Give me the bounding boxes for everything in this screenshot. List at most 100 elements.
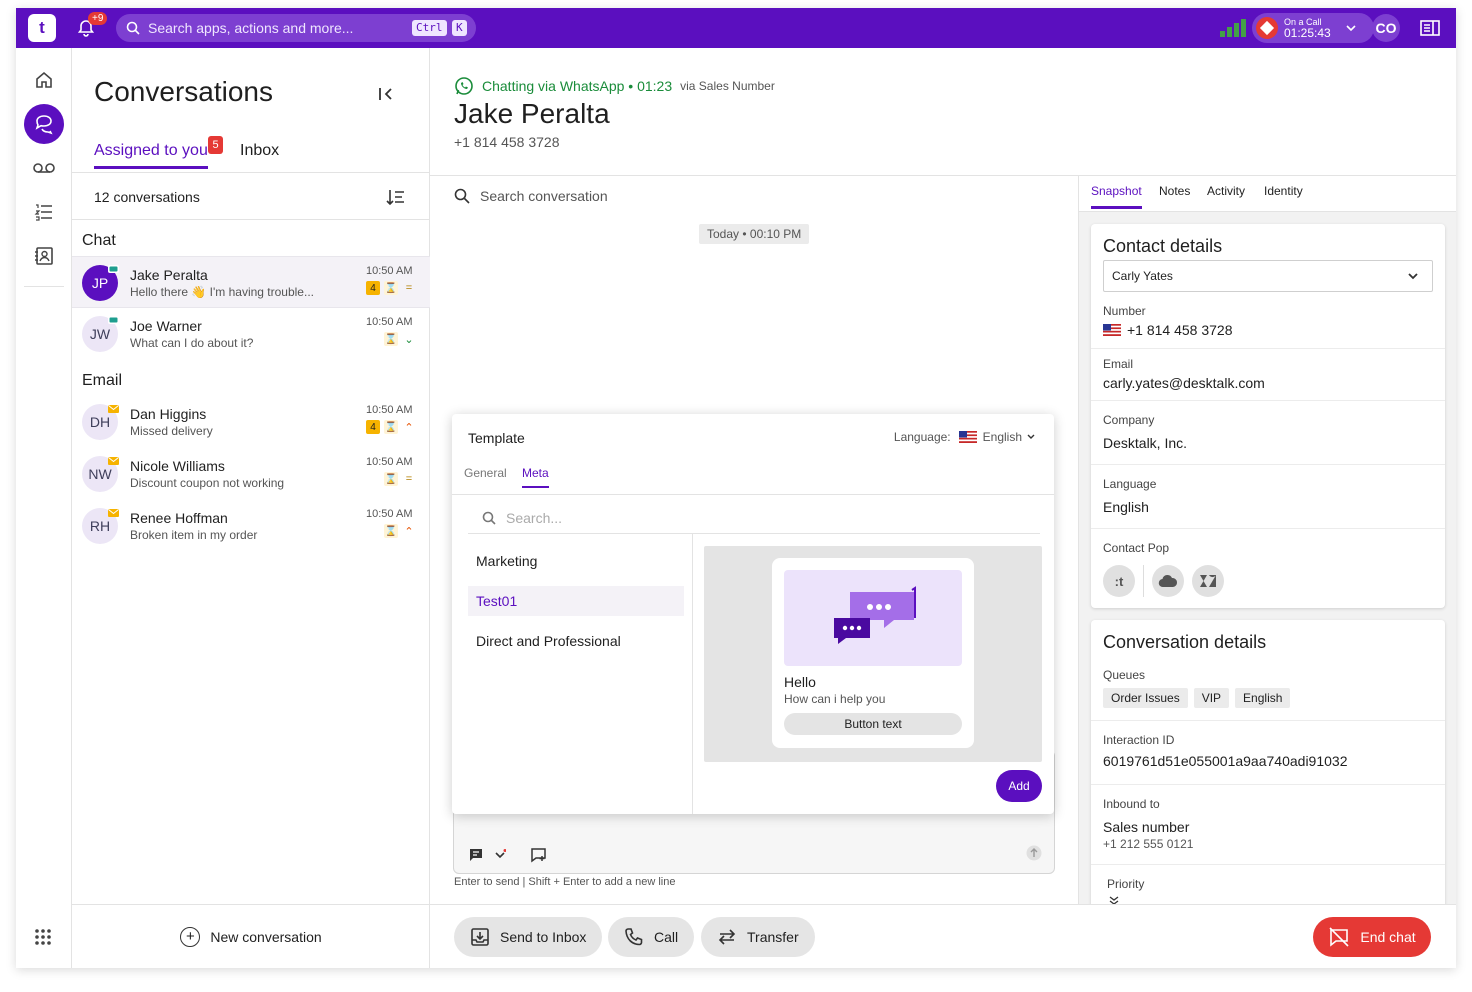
field-label: Contact Pop: [1103, 541, 1170, 555]
zendesk-pop-icon[interactable]: [1192, 565, 1224, 597]
divider: [452, 494, 1054, 495]
tab-notes[interactable]: Notes: [1159, 184, 1190, 198]
language-label: Language:: [893, 430, 951, 444]
contact-name: Renee Hoffman: [130, 510, 228, 526]
contact-name: Nicole Williams: [130, 458, 225, 474]
transfer-button[interactable]: Transfer: [701, 917, 815, 957]
rail-contacts[interactable]: [24, 236, 64, 276]
rail-tasks[interactable]: [24, 192, 64, 232]
contact-select[interactable]: Carly Yates: [1103, 260, 1433, 292]
contact-email[interactable]: carly.yates@desktalk.com: [1103, 375, 1265, 391]
field-label: Queues: [1103, 668, 1146, 682]
salesforce-pop-icon[interactable]: [1152, 565, 1184, 597]
template-language-select[interactable]: Language: English: [894, 430, 1036, 444]
unread-count-badge: 4: [366, 420, 380, 434]
us-flag-icon: [1103, 324, 1121, 336]
message-preview: Hello there 👋 I'm having trouble...: [130, 285, 314, 299]
queue-chip: Order Issues: [1103, 688, 1188, 708]
template-icon[interactable]: [530, 847, 548, 863]
conversations-panel: Conversations Assigned to you 5 Inbox 12…: [72, 48, 430, 968]
template-item-test01[interactable]: Test01: [468, 586, 684, 616]
message-preview: What can I do about it?: [130, 336, 254, 350]
tab-identity[interactable]: Identity: [1264, 184, 1303, 198]
message-time: 10:50 AM: [366, 265, 413, 277]
top-bar: t +9 Search apps, actions and more... Ct…: [16, 8, 1456, 48]
rail-voicemail[interactable]: [24, 148, 64, 188]
details-tabs: Snapshot Notes Activity Identity: [1079, 176, 1456, 212]
inbound-number-name: Sales number: [1103, 819, 1190, 835]
tab-inbox[interactable]: Inbox: [240, 142, 279, 160]
conversation-row[interactable]: JP Jake Peralta Hello there 👋 I'm having…: [72, 256, 430, 308]
tasks-icon: [34, 204, 52, 221]
global-search-placeholder: Search apps, actions and more...: [148, 20, 354, 36]
end-chat-label: End chat: [1360, 929, 1416, 945]
chevron-down-icon: [1346, 25, 1356, 32]
end-chat-button[interactable]: End chat: [1313, 917, 1431, 957]
priority-field: Priority: [1091, 864, 1445, 904]
user-avatar[interactable]: CO: [1372, 14, 1400, 42]
message-type-icon[interactable]: [468, 847, 484, 863]
on-call-status[interactable]: On a Call 01:25:43: [1252, 13, 1374, 43]
search-icon: [126, 21, 140, 35]
conversation-row[interactable]: NW Nicole Williams Discount coupon not w…: [72, 448, 430, 500]
preview-card: Hello How can i help you Button text: [772, 558, 974, 748]
send-arrow-icon[interactable]: [1026, 845, 1042, 861]
sort-icon[interactable]: [386, 187, 406, 207]
rail-home[interactable]: [24, 60, 64, 100]
tab-activity[interactable]: Activity: [1207, 184, 1245, 198]
whatsapp-icon: [455, 77, 473, 95]
logo-text: t: [39, 18, 45, 37]
conversation-search[interactable]: Search conversation: [454, 188, 608, 204]
hourglass-icon: ⌛: [384, 281, 398, 295]
customer-phone: +1 814 458 3728: [454, 134, 560, 150]
contact-number[interactable]: +1 814 458 3728: [1127, 322, 1233, 338]
app-logo[interactable]: t: [28, 14, 56, 42]
new-conversation-button[interactable]: + New conversation: [72, 904, 430, 968]
plus-circle-icon: +: [180, 926, 201, 947]
conversation-row[interactable]: JW Joe Warner What can I do about it? 10…: [72, 308, 430, 360]
inbound-number: +1 212 555 0121: [1103, 837, 1194, 851]
search-icon: [454, 188, 470, 204]
tab-snapshot[interactable]: Snapshot: [1091, 184, 1142, 209]
priority-medium-icon: =: [405, 282, 413, 294]
conversation-row[interactable]: RH Renee Hoffman Broken item in my order…: [72, 500, 430, 552]
template-item-direct[interactable]: Direct and Professional: [468, 626, 684, 656]
contact-details-card: Contact details Carly Yates Number +1 81…: [1091, 224, 1445, 608]
call-button[interactable]: Call: [608, 917, 695, 957]
contacts-icon: [35, 247, 53, 265]
details-panel: Snapshot Notes Activity Identity Contact…: [1078, 176, 1456, 904]
send-to-inbox-button[interactable]: Send to Inbox: [454, 917, 603, 957]
field-label: Inbound to: [1103, 797, 1160, 811]
app-window: t +9 Search apps, actions and more... Ct…: [16, 8, 1456, 968]
field-label: Number: [1103, 304, 1146, 318]
template-search-input[interactable]: Search...: [468, 502, 1040, 534]
collapse-panel-icon[interactable]: [376, 84, 396, 104]
template-item-marketing[interactable]: Marketing: [468, 546, 684, 576]
call-timer: 01:25:43: [1284, 25, 1331, 40]
conversations-icon: [35, 115, 53, 135]
priority-medium-icon: =: [405, 473, 413, 485]
contact-company: Desktalk, Inc.: [1103, 435, 1188, 451]
new-conversation-label: New conversation: [210, 928, 322, 945]
side-panel-toggle-icon[interactable]: [1420, 20, 1440, 36]
channel-via: via Sales Number: [680, 79, 775, 93]
template-search-placeholder: Search...: [506, 509, 563, 526]
contact-language-field: Language English: [1091, 464, 1445, 528]
rail-conversations[interactable]: [24, 104, 64, 144]
transfer-label: Transfer: [747, 929, 799, 945]
conversation-row[interactable]: DH Dan Higgins Missed delivery 10:50 AM …: [72, 396, 430, 448]
apps-grid-icon[interactable]: [34, 928, 52, 946]
rail-divider: [24, 286, 64, 287]
global-search[interactable]: Search apps, actions and more... Ctrl K: [116, 14, 476, 42]
add-template-button[interactable]: Add: [996, 770, 1042, 802]
tab-meta[interactable]: Meta: [522, 466, 549, 488]
call-status-icon: [1256, 17, 1278, 39]
composer-hint: Enter to send | Shift + Enter to add a n…: [454, 876, 676, 888]
message-preview: Broken item in my order: [130, 528, 258, 542]
transfer-icon: [718, 929, 736, 945]
tab-assigned-to-you[interactable]: Assigned to you: [94, 142, 208, 169]
field-label: Email: [1103, 357, 1134, 371]
tab-general[interactable]: General: [464, 466, 507, 480]
talkdesk-pop-icon[interactable]: :t: [1103, 565, 1135, 597]
chevron-down-icon[interactable]: [494, 849, 506, 861]
